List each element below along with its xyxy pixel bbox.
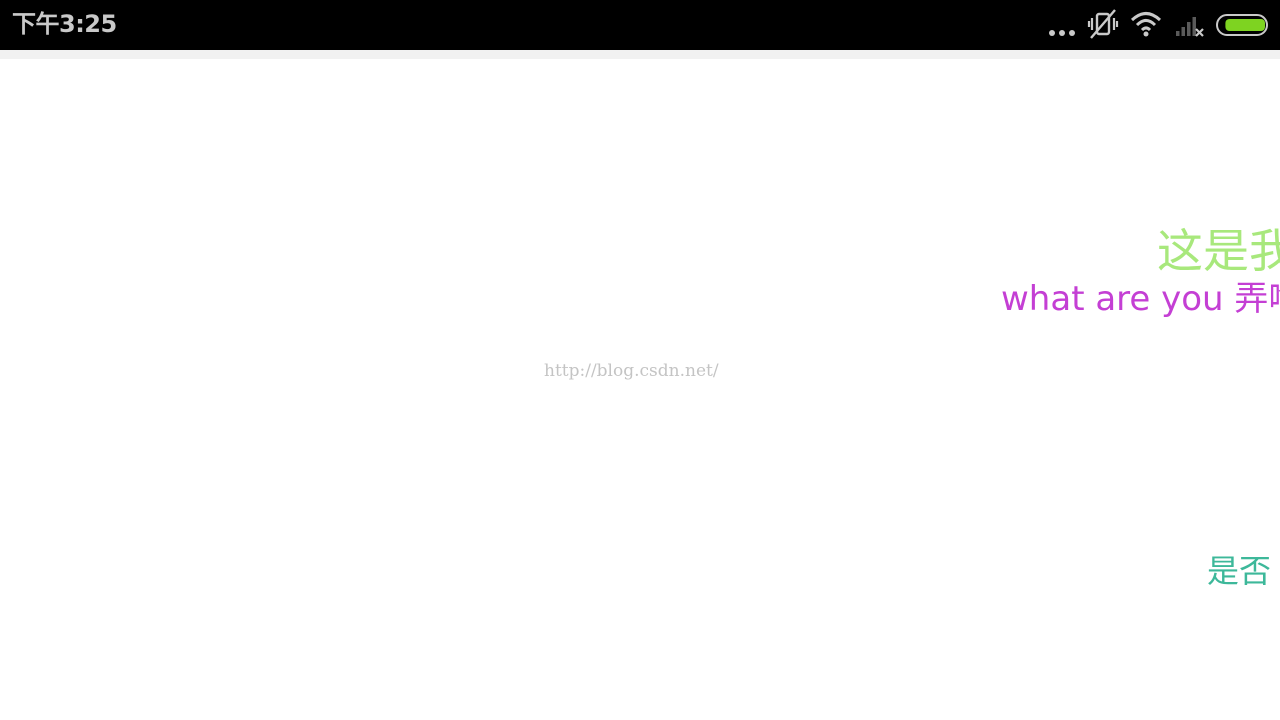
wifi-icon — [1130, 12, 1162, 37]
battery-icon — [1216, 14, 1268, 36]
vibrate-off-icon — [1087, 9, 1119, 39]
status-bar: 下午3:25 — [0, 0, 1280, 50]
scrolling-text-green: 这是我 — [1157, 224, 1280, 278]
signal-no-sim-icon — [1176, 17, 1204, 37]
more-dots-icon — [1049, 30, 1075, 36]
scrolling-text-purple: what are you 弄啥 — [1001, 279, 1280, 319]
scrolling-text-teal: 是否 — [1207, 552, 1272, 590]
toolbar-strip — [0, 50, 1280, 59]
status-time: 下午3:25 — [12, 10, 117, 38]
app-screen: 下午3:25 这是我 what are you 弄啥 是否 http://blo… — [0, 0, 1280, 720]
watermark-url: http://blog.csdn.net/ — [544, 361, 719, 381]
